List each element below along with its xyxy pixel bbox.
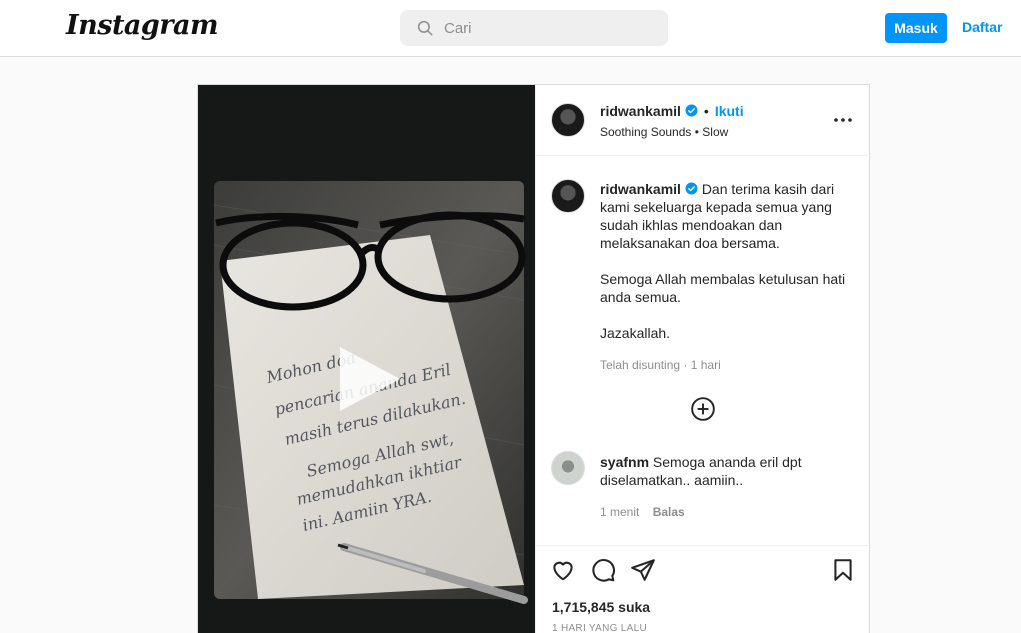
caption-line: kami sekeluarga kepada semua yang: [600, 199, 832, 215]
reply-button[interactable]: Balas: [653, 505, 685, 519]
commenter-username[interactable]: syafnm: [600, 454, 649, 470]
comment-meta: 1 menit Balas: [600, 505, 685, 519]
action-bar: [536, 545, 871, 633]
instagram-logo[interactable]: Instagram: [66, 10, 219, 41]
more-options-icon[interactable]: [833, 113, 853, 127]
search-icon: [417, 20, 433, 36]
bookmark-icon[interactable]: [830, 557, 856, 583]
search-box[interactable]: [400, 10, 668, 46]
author-line: ridwankamil • Ikuti: [600, 103, 744, 121]
caption-username[interactable]: ridwankamil: [600, 181, 681, 197]
login-button[interactable]: Masuk: [885, 13, 947, 43]
comment-body: syafnm Semoga ananda eril dpt diselamatk…: [600, 453, 862, 489]
comment-time: 1 menit: [600, 505, 640, 519]
caption-line: sudah ikhlas mendoakan dan: [600, 217, 783, 233]
caption-avatar[interactable]: [551, 179, 585, 213]
verified-badge-icon: [685, 104, 698, 117]
post-header: ridwankamil • Ikuti Soothing Sounds • Slow: [536, 85, 871, 156]
post-date[interactable]: 1 HARI YANG LALU: [552, 623, 647, 633]
comment-text-line: diselamatkan.. aamiin..: [600, 472, 744, 488]
video-frame: Mohon doa pencarian ananda Eril masih te…: [213, 181, 528, 604]
send-icon[interactable]: [630, 557, 656, 583]
caption-line: Jazakallah.: [600, 325, 671, 341]
plus-circle-icon[interactable]: [690, 396, 716, 422]
audio-track-link[interactable]: Soothing Sounds • Slow: [600, 125, 728, 139]
caption-line: anda semua.: [600, 289, 681, 305]
comment-text-line: Semoga ananda eril dpt: [652, 454, 802, 470]
author-avatar[interactable]: [551, 103, 585, 137]
search-input[interactable]: [444, 19, 644, 37]
follow-button[interactable]: Ikuti: [715, 103, 744, 119]
caption-line: Dan terima kasih dari: [701, 181, 835, 197]
commenter-avatar[interactable]: [551, 451, 585, 485]
author-username[interactable]: ridwankamil: [600, 103, 681, 119]
caption-line: Semoga Allah membalas ketulusan hati: [600, 271, 846, 287]
separator-dot: •: [703, 103, 709, 119]
caption-meta: Telah disunting · 1 hari: [600, 358, 721, 372]
verified-badge-icon: [685, 182, 698, 195]
signup-link[interactable]: Daftar: [962, 19, 1002, 35]
caption-body: ridwankamil Dan terima kasih dari kami s…: [600, 180, 862, 342]
post-video[interactable]: Mohon doa pencarian ananda Eril masih te…: [198, 85, 535, 633]
like-count[interactable]: 1,715,845 suka: [552, 599, 650, 615]
top-navigation-bar: Instagram Masuk Daftar: [0, 0, 1021, 57]
caption-line: melaksanakan doa bersama.: [600, 235, 780, 251]
comment-icon[interactable]: [590, 557, 616, 583]
post-details-panel: ridwankamil • Ikuti Soothing Sounds • Slow…: [535, 85, 871, 633]
heart-icon[interactable]: [550, 557, 576, 583]
post-card: Mohon doa pencarian ananda Eril masih te…: [197, 84, 871, 633]
